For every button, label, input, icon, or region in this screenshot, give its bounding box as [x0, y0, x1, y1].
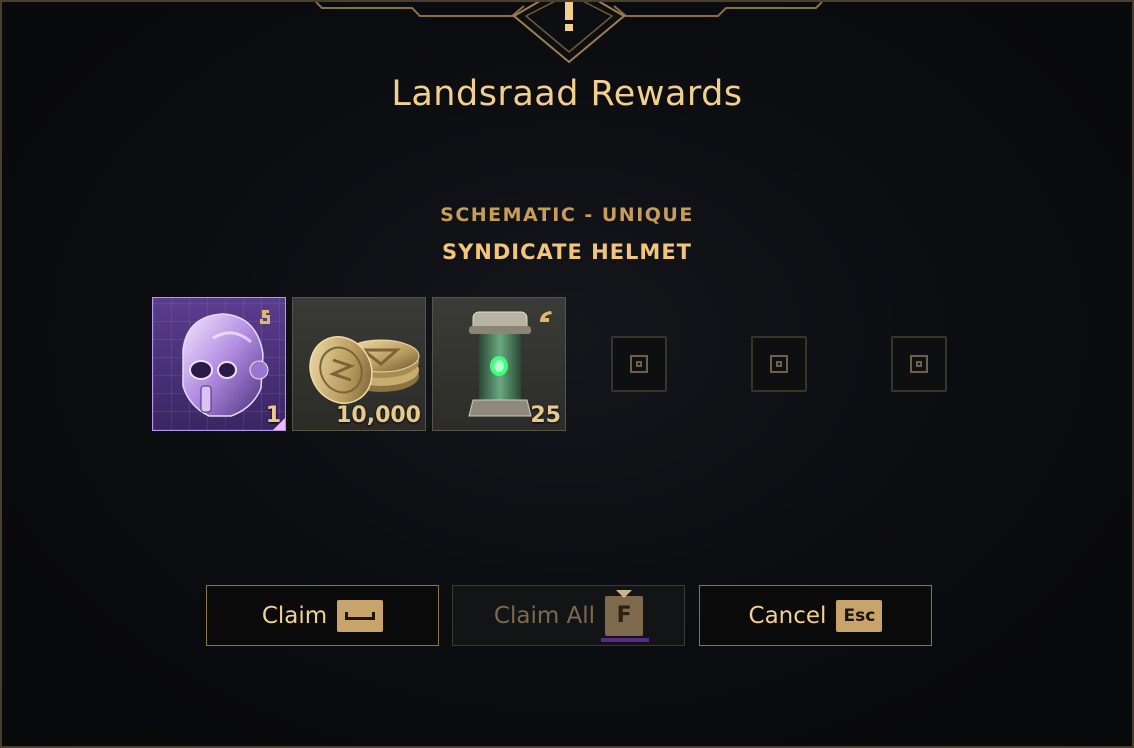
resource-badge-icon — [540, 311, 552, 322]
reward-slot-tube[interactable]: 25 — [432, 297, 566, 431]
rewards-dialog: Landsraad Rewards SCHEMATIC - UNIQUE SYN… — [0, 0, 1134, 748]
key-hold-bar — [601, 637, 650, 642]
dialog-title: Landsraad Rewards — [391, 74, 743, 114]
rarity-corner — [273, 418, 285, 430]
exclamation-icon — [512, 2, 626, 64]
reward-category: SCHEMATIC - UNIQUE — [440, 204, 694, 226]
esc-key-label: Esc — [843, 605, 876, 626]
empty-slot — [891, 336, 947, 392]
slot-quantity: 10,000 — [336, 403, 421, 428]
slot-quantity: 25 — [530, 403, 561, 428]
claim-label: Claim — [261, 602, 328, 629]
cancel-button[interactable]: Cancel Esc — [699, 585, 932, 646]
esc-key-icon: Esc — [836, 599, 883, 632]
empty-slot — [611, 336, 667, 392]
claim-button[interactable]: Claim — [206, 585, 439, 646]
header-crest — [315, 2, 823, 64]
f-key-label: F — [616, 603, 632, 628]
empty-slot-icon — [630, 355, 648, 373]
claim-all-button[interactable]: Claim All F — [452, 585, 685, 646]
reward-name: SYNDICATE HELMET — [441, 240, 693, 264]
schematic-badge-icon — [260, 310, 270, 324]
reward-slot-helmet[interactable]: 1 — [152, 297, 286, 431]
empty-slot-icon — [910, 355, 928, 373]
f-key-icon: F — [601, 589, 650, 642]
empty-slot — [751, 336, 807, 392]
empty-slot-icon — [770, 355, 788, 373]
claim-all-label: Claim All — [493, 602, 596, 629]
key-arrow-icon — [616, 589, 633, 598]
cancel-label: Cancel — [748, 602, 827, 629]
reward-slot-coins[interactable]: 10,000 — [292, 297, 426, 431]
spacebar-key-icon — [337, 599, 384, 632]
